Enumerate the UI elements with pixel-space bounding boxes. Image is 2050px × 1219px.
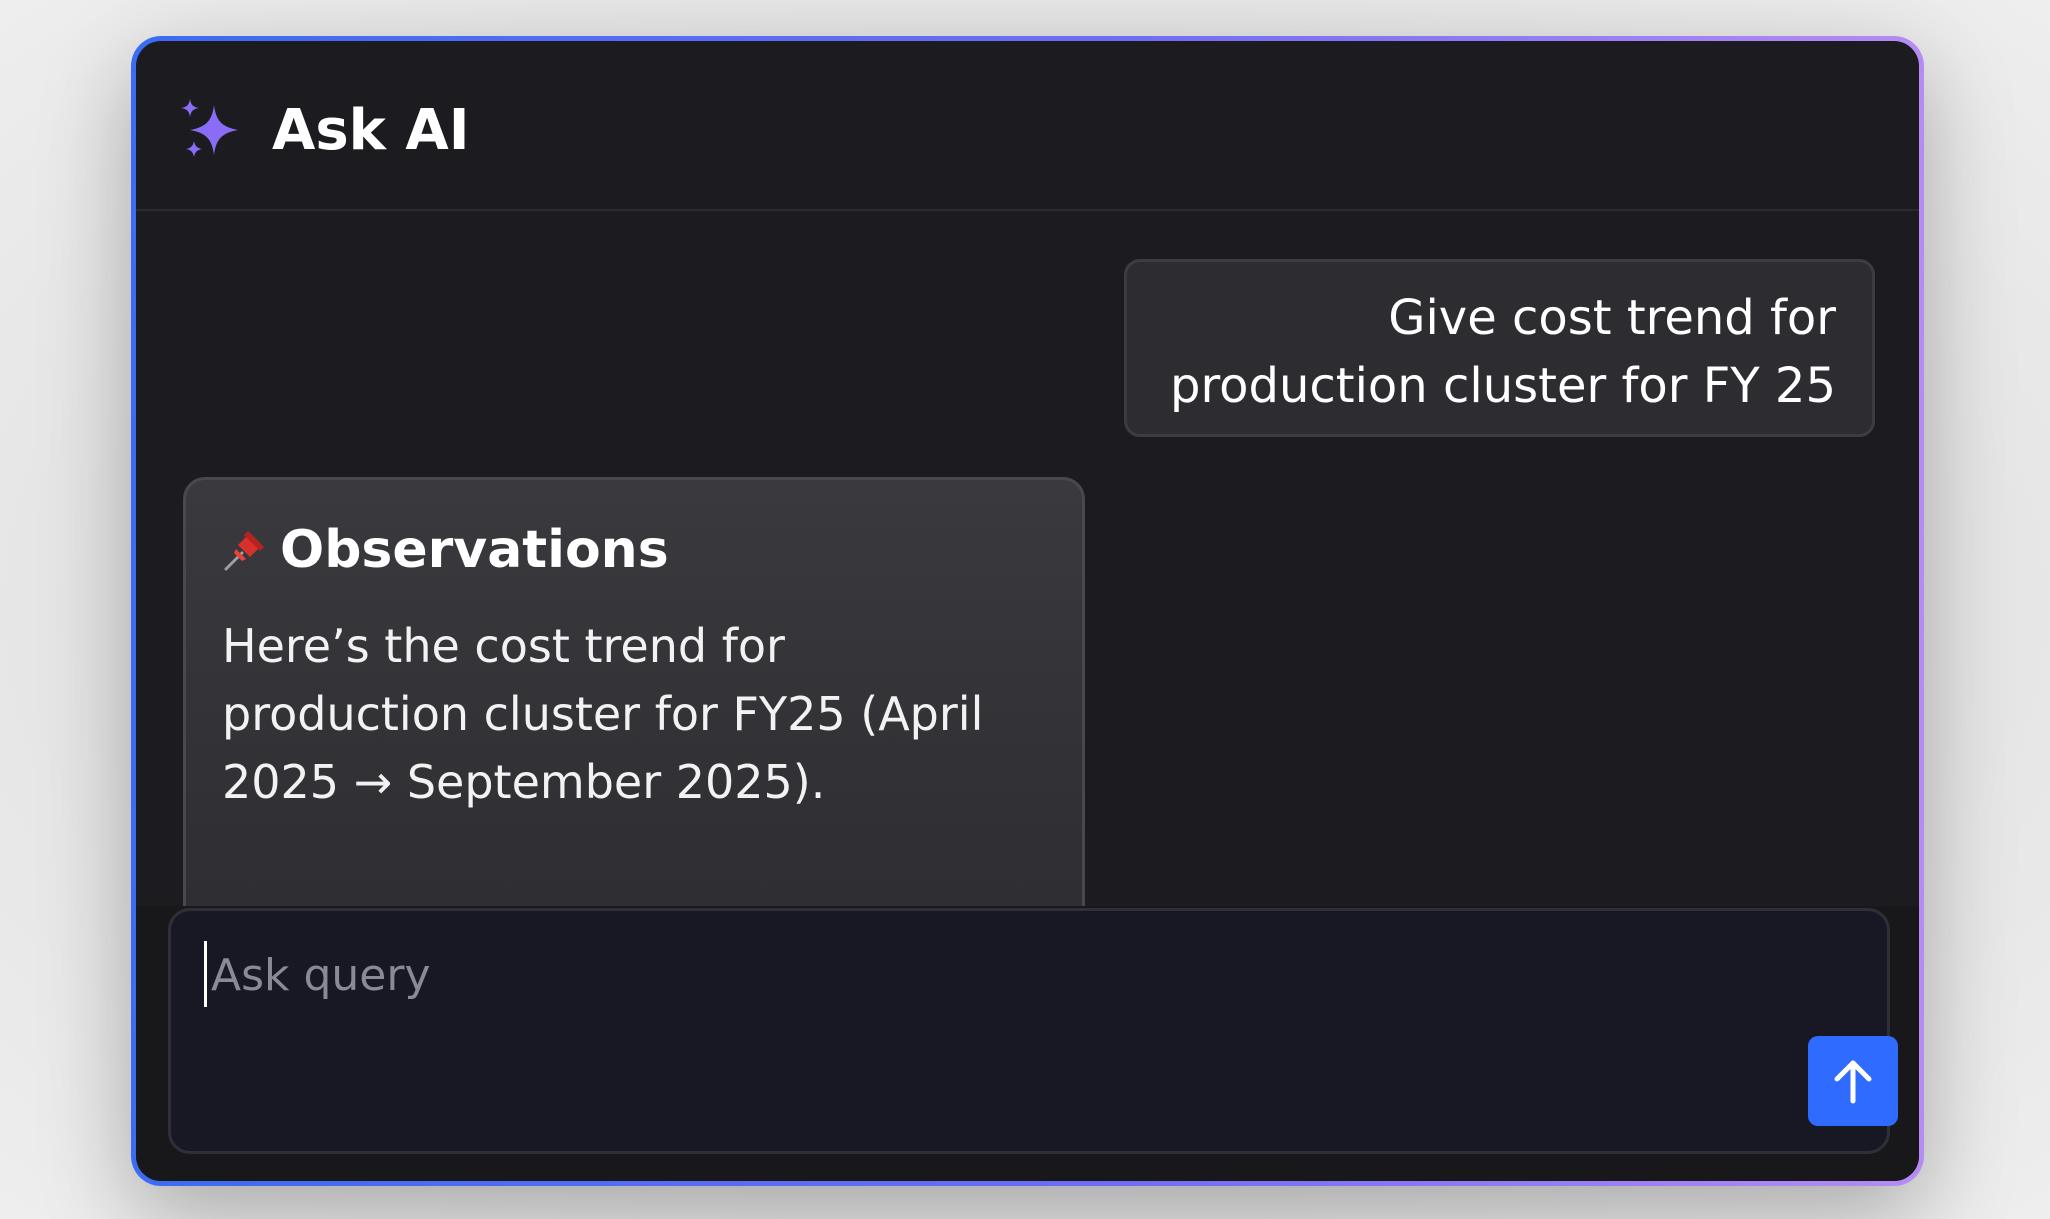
panel-header: Ask AI [136, 41, 1919, 211]
ai-response-text: Here’s the cost trend for production clu… [222, 619, 984, 809]
observations-heading-text: Observations [280, 520, 669, 580]
ask-ai-panel-frame: Ask AI Give cost trend for production cl… [131, 36, 1924, 1186]
user-message-bubble: Give cost trend for production cluster f… [1124, 259, 1875, 437]
user-message-text: Give cost trend for production cluster f… [1169, 290, 1836, 414]
ask-ai-panel: Ask AI Give cost trend for production cl… [136, 41, 1919, 1181]
pushpin-icon [224, 531, 264, 571]
send-button[interactable] [1808, 1036, 1898, 1126]
observations-heading: Observations [222, 518, 1046, 582]
sparkle-icon [181, 99, 238, 157]
query-composer [168, 908, 1898, 1154]
ai-response-card: Observations Here’s the cost trend for p… [183, 477, 1085, 946]
composer-area [136, 906, 1919, 1181]
message-list[interactable]: Give cost trend for production cluster f… [136, 211, 1919, 946]
query-input[interactable] [207, 935, 1711, 1015]
panel-title: Ask AI [272, 98, 470, 163]
arrow-up-icon [1834, 1060, 1872, 1104]
